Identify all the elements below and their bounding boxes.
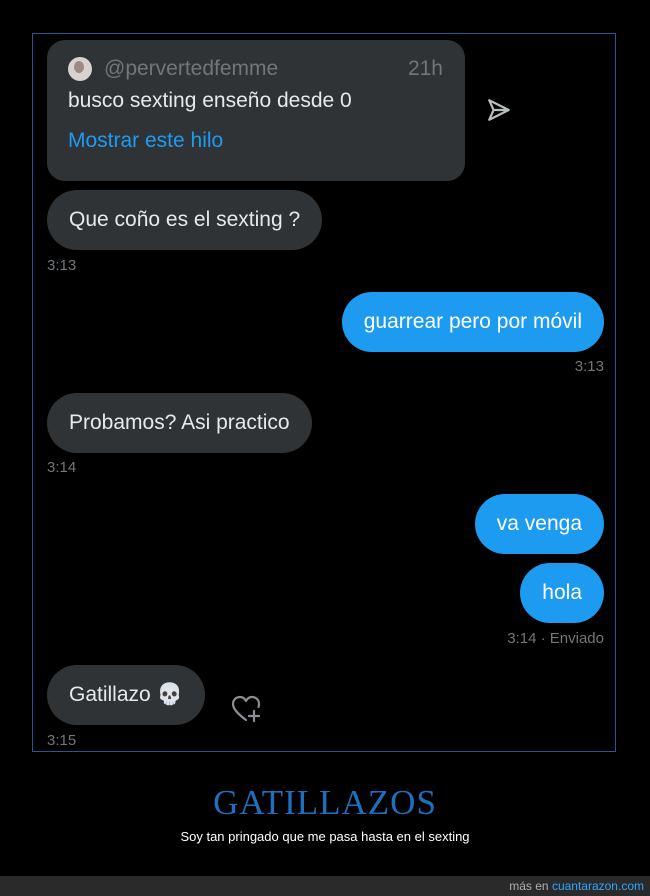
avatar[interactable]	[68, 57, 92, 81]
message-bubble-outgoing[interactable]: guarrear pero por móvil	[341, 292, 604, 352]
message-timestamp: 3:15	[47, 732, 77, 749]
footer-bar: más en cuantarazon.com	[0, 876, 650, 896]
caption-subtitle: Soy tan pringado que me pasa hasta en el…	[180, 829, 470, 844]
add-reaction-icon[interactable]	[230, 694, 262, 724]
tweet-time: 21h	[407, 57, 443, 80]
message-bubble-incoming[interactable]: Que coño es el sexting ?	[47, 190, 323, 250]
footer-prefix: más en	[509, 879, 549, 893]
message-bubble-incoming[interactable]: Gatillazo 💀	[47, 665, 205, 725]
footer-text: más en cuantarazon.com	[509, 879, 644, 893]
site-link[interactable]: cuantarazon.com	[552, 879, 644, 893]
tweet-text: busco sexting enseño desde 0	[68, 89, 352, 112]
caption-title: GATILLAZOS	[213, 783, 437, 822]
message-status: 3:14 · Enviado	[507, 630, 604, 647]
message-bubble-incoming[interactable]: Probamos? Asi practico	[47, 393, 312, 453]
show-thread-link[interactable]: Mostrar este hilo	[68, 129, 223, 153]
message-bubble-outgoing[interactable]: va venga	[474, 494, 604, 554]
message-timestamp: 3:14	[47, 459, 77, 476]
quoted-tweet-card[interactable]: @pervertedfemme 21h busco sexting enseño…	[47, 40, 465, 181]
share-icon[interactable]	[486, 97, 512, 123]
tweet-handle[interactable]: @pervertedfemme	[104, 57, 278, 81]
message-bubble-outgoing[interactable]: hola	[520, 563, 604, 623]
message-timestamp: 3:13	[574, 358, 604, 375]
message-timestamp: 3:13	[47, 257, 77, 274]
